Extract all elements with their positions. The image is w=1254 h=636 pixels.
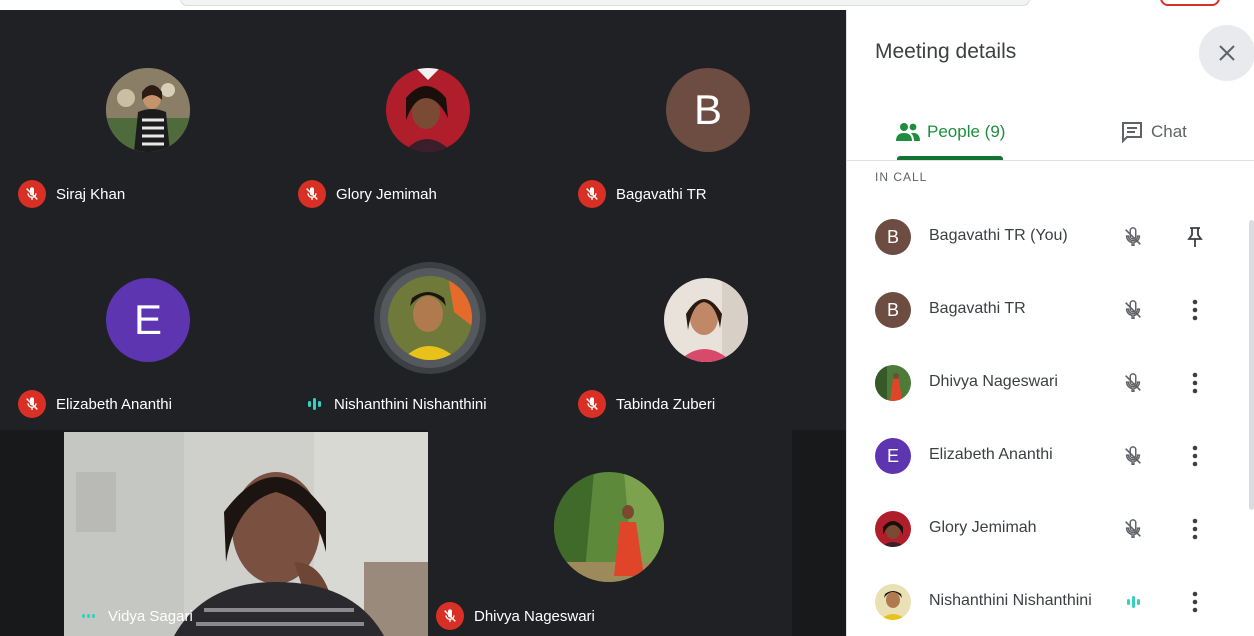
participant-name-row: Vidya Sagari [74,602,193,630]
participant-name: Siraj Khan [56,185,126,203]
more-icon [1192,372,1198,394]
participant-list-name: Elizabeth Ananthi [929,446,1053,463]
participant-name-row: Glory Jemimah [298,180,437,208]
participant-tile[interactable]: E Elizabeth Ananthi [0,218,282,430]
participant-list-name: Glory Jemimah [929,519,1037,536]
participant-name: Nishanthini Nishanthini [334,395,487,413]
participant-tile[interactable]: Dhivya Nageswari [428,430,792,636]
chat-icon [1122,122,1142,143]
avatar-initial: B [693,86,722,133]
more-icon [1192,591,1198,613]
participant-avatar-letter: E [106,278,190,362]
participant-name: Dhivya Nageswari [474,607,595,625]
participant-avatar-photo [106,68,190,152]
more-options-button[interactable] [1181,296,1209,324]
participant-video-tile[interactable]: Vidya Sagari [0,430,428,636]
participant-list-avatar [875,365,911,401]
avatar-initial: B [886,226,899,247]
grid-filler [792,430,846,636]
mic-off-icon [1119,369,1147,397]
participant-avatar-photo [664,278,748,362]
participant-tile[interactable]: B Bagavathi TR [564,10,846,218]
participant-name: Bagavathi TR [616,185,707,203]
participant-name-row: Tabinda Zuberi [578,390,715,418]
more-options-button[interactable] [1181,588,1209,616]
close-panel-button[interactable] [1199,25,1254,81]
avatar-initial: B [886,299,899,320]
participant-list-item[interactable]: B Bagavathi TR (You) [847,207,1247,267]
participant-name: Elizabeth Ananthi [56,395,172,413]
address-bar[interactable] [180,0,1030,6]
participant-list-name: Bagavathi TR (You) [929,227,1068,244]
browser-top-strip [0,0,1254,10]
participant-name: Tabinda Zuberi [616,395,716,413]
participant-name: Glory Jemimah [336,185,437,203]
mic-off-icon [18,180,46,208]
mic-off-icon [578,390,606,418]
more-icon [1192,518,1198,540]
participant-list-item[interactable]: Dhivya Nageswari [847,353,1247,413]
participant-name-row: Nishanthini Nishanthini [300,390,487,418]
more-options-button[interactable] [1181,515,1209,543]
participant-list-avatar [875,511,911,547]
more-icon [1192,445,1198,467]
close-icon [1219,45,1235,61]
pin-button[interactable] [1181,223,1209,251]
panel-title: Meeting details [875,40,1017,63]
speaking-indicator-icon [1119,588,1147,616]
mic-off-icon [1119,442,1147,470]
panel-scrollbar[interactable] [1249,220,1254,510]
participant-avatar-photo [388,276,472,360]
participant-tile[interactable]: Nishanthini Nishanthini [282,218,564,430]
tab-chat-label: Chat [1151,122,1187,141]
participant-name-row: Dhivya Nageswari [436,602,595,630]
tabs-divider [847,160,1254,161]
avatar-initial: E [133,296,162,343]
mic-off-icon [298,180,326,208]
mic-off-icon [578,180,606,208]
mic-off-icon [1119,515,1147,543]
participant-list-avatar [875,584,911,620]
leave-call-button[interactable] [1160,0,1220,6]
participant-name-row: Siraj Khan [18,180,125,208]
video-grid: Siraj Khan Glory Jemimah B Bagavathi TR … [0,10,846,636]
tab-people[interactable]: People (9) [895,110,1005,154]
pin-icon [1187,227,1203,247]
participant-avatar-letter: B [666,68,750,152]
participant-list-item[interactable]: E Elizabeth Ananthi [847,426,1247,486]
participant-tile[interactable]: Siraj Khan [0,10,282,218]
tab-chat[interactable]: Chat [1121,110,1187,154]
mic-off-icon [436,602,464,630]
participant-list-item[interactable]: Glory Jemimah [847,499,1247,559]
participant-avatar-photo [386,68,470,152]
avatar-initial: E [886,445,899,466]
participant-list-name: Dhivya Nageswari [929,373,1058,390]
mic-off-icon [1119,223,1147,251]
speaking-indicator-icon [74,602,102,630]
participant-list-name: Nishanthini Nishanthini [929,592,1092,609]
participant-list-item[interactable]: B Bagavathi TR [847,280,1247,340]
mic-off-icon [18,390,46,418]
mic-off-icon [1119,296,1147,324]
more-options-button[interactable] [1181,369,1209,397]
more-options-button[interactable] [1181,442,1209,470]
participant-tile[interactable]: Glory Jemimah [282,10,564,218]
participant-tile[interactable]: Tabinda Zuberi [564,218,846,430]
participant-name: Vidya Sagari [108,607,193,625]
people-icon [896,123,920,141]
meeting-details-panel: Meeting details People (9) Chat IN CALL … [846,10,1254,636]
participant-list-avatar: B [875,219,911,255]
participant-list-item[interactable]: Nishanthini Nishanthini [847,572,1247,632]
participant-list-avatar: B [875,292,911,328]
more-icon [1192,299,1198,321]
participant-avatar-photo [554,472,664,582]
participant-list-name: Bagavathi TR [929,300,1026,317]
speaking-indicator-icon [300,390,328,418]
participant-list-avatar: E [875,438,911,474]
tab-people-label: People (9) [927,122,1006,141]
participant-name-row: Elizabeth Ananthi [18,390,172,418]
participant-name-row: Bagavathi TR [578,180,707,208]
in-call-section-label: IN CALL [875,170,928,184]
